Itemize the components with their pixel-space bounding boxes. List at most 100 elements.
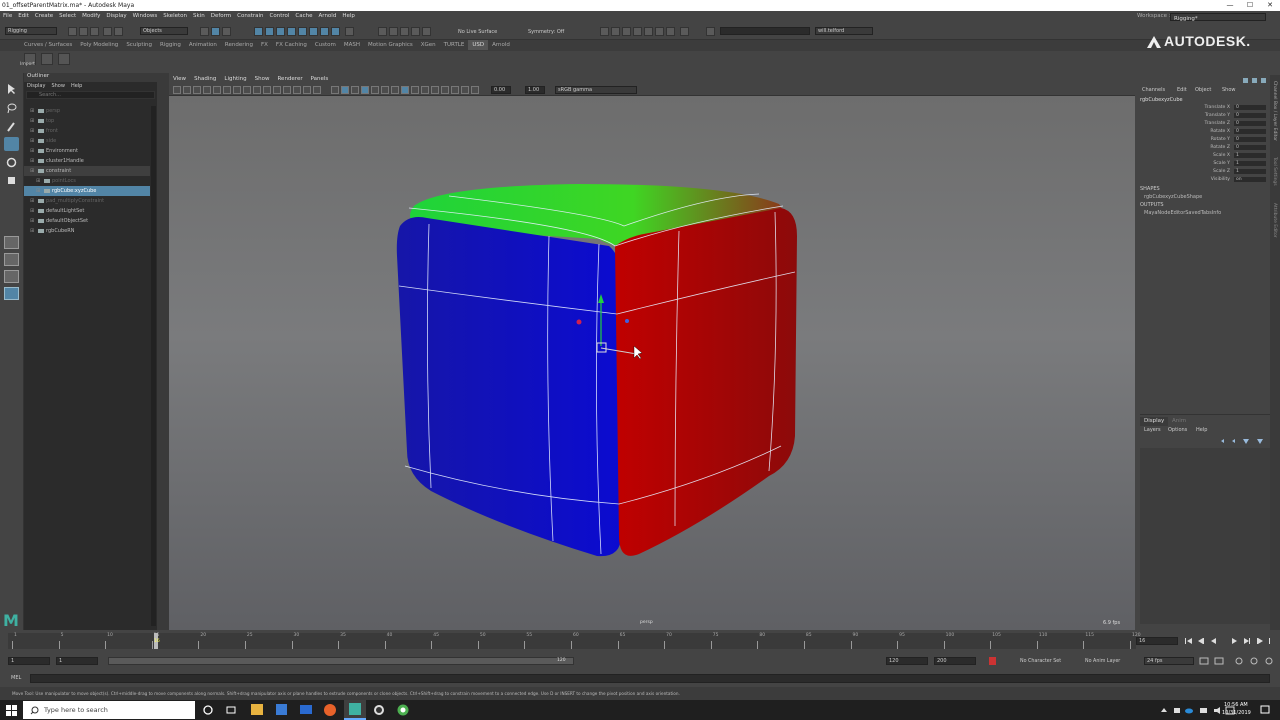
outliner-item[interactable]: ⊞ defaultLightSet bbox=[24, 206, 150, 216]
current-frame-field[interactable]: 16 bbox=[1136, 637, 1178, 645]
menu-control[interactable]: Control bbox=[267, 11, 293, 21]
select-joint-mask-icon[interactable] bbox=[265, 27, 274, 36]
select-surface-mask-icon[interactable] bbox=[287, 27, 296, 36]
expand-icon[interactable]: ⊞ bbox=[30, 206, 34, 216]
channel-value[interactable]: 1 bbox=[1234, 153, 1266, 158]
scene-start-field[interactable]: 1 bbox=[8, 657, 50, 665]
cb-menu-channels[interactable]: Channels bbox=[1142, 87, 1165, 93]
expand-icon[interactable]: ⊞ bbox=[30, 106, 34, 116]
save-scene-icon[interactable] bbox=[90, 27, 99, 36]
outliner-search-input[interactable]: Search... bbox=[26, 91, 155, 99]
vp-menu-renderer[interactable]: Renderer bbox=[273, 75, 306, 83]
file-explorer-icon[interactable] bbox=[251, 704, 263, 715]
scene-end-field[interactable]: 200 bbox=[934, 657, 976, 665]
side-by-side-view-icon[interactable] bbox=[4, 270, 19, 283]
outliner-item[interactable]: ⊞ front bbox=[24, 126, 150, 136]
cb-menu-object[interactable]: Object bbox=[1195, 87, 1211, 93]
select-handle-mask-icon[interactable] bbox=[254, 27, 263, 36]
channel-row[interactable]: Rotate Z 0 bbox=[1138, 145, 1268, 153]
mail-icon[interactable] bbox=[300, 705, 312, 714]
viewport-tool-button[interactable] bbox=[283, 86, 291, 94]
shelf-tab-rigging[interactable]: Rigging bbox=[156, 40, 185, 50]
shelf-tab-animation[interactable]: Animation bbox=[185, 40, 221, 50]
menu-skeleton[interactable]: Skeleton bbox=[160, 11, 190, 21]
channel-row[interactable]: Translate Z 0 bbox=[1138, 121, 1268, 129]
viewport-tool-button[interactable] bbox=[303, 86, 311, 94]
snap-curve-icon[interactable] bbox=[389, 27, 398, 36]
live-surface-label[interactable]: No Live Surface bbox=[458, 29, 497, 35]
viewport-tool-button[interactable] bbox=[381, 86, 389, 94]
single-view-icon[interactable] bbox=[4, 236, 19, 249]
menu-edit[interactable]: Edit bbox=[15, 11, 32, 21]
command-input[interactable] bbox=[30, 674, 1270, 683]
menu-constrain[interactable]: Constrain bbox=[234, 11, 266, 21]
colorspace-select[interactable]: sRGB gamma bbox=[555, 86, 637, 94]
outliner-item[interactable]: ⊞ persp bbox=[24, 106, 150, 116]
shelf-tab-motion-graphics[interactable]: Motion Graphics bbox=[364, 40, 417, 50]
object-mode-icon[interactable] bbox=[211, 27, 220, 36]
snap-grid-icon[interactable] bbox=[378, 27, 387, 36]
redo-icon[interactable] bbox=[114, 27, 123, 36]
outliner-item[interactable]: ⊞ side bbox=[24, 136, 150, 146]
viewport-tool-button[interactable] bbox=[471, 86, 479, 94]
shelf-tab-mash[interactable]: MASH bbox=[340, 40, 364, 50]
shape-node[interactable]: rgbCubexyzCubeShape bbox=[1144, 194, 1202, 200]
viewport-tool-button[interactable] bbox=[223, 86, 231, 94]
menu-deform[interactable]: Deform bbox=[208, 11, 234, 21]
undo-icon[interactable] bbox=[103, 27, 112, 36]
four-view-icon[interactable] bbox=[4, 253, 19, 266]
outliner-item[interactable]: ⊞ cluster1Handle bbox=[24, 156, 150, 166]
channel-value[interactable]: 1 bbox=[1234, 161, 1266, 166]
viewport-tool-button[interactable] bbox=[371, 86, 379, 94]
arnold-render-icon[interactable] bbox=[655, 27, 664, 36]
vp-menu-panels[interactable]: Panels bbox=[307, 75, 333, 83]
layer-menu-options[interactable]: Options bbox=[1168, 427, 1187, 433]
render-settings-icon[interactable] bbox=[633, 27, 642, 36]
arnold-ipr-icon[interactable] bbox=[666, 27, 675, 36]
viewport-tool-button[interactable] bbox=[421, 86, 429, 94]
cb-menu-show[interactable]: Show bbox=[1222, 87, 1236, 93]
firefox-icon[interactable] bbox=[324, 704, 336, 716]
panel-splitter[interactable] bbox=[157, 73, 169, 630]
expand-icon[interactable]: ⊞ bbox=[30, 156, 34, 166]
expand-icon[interactable]: ⊞ bbox=[36, 186, 40, 196]
auto-key-icon[interactable] bbox=[988, 656, 997, 666]
select-deform-mask-icon[interactable] bbox=[298, 27, 307, 36]
open-scene-icon[interactable] bbox=[79, 27, 88, 36]
select-dynamic-mask-icon[interactable] bbox=[309, 27, 318, 36]
channel-value[interactable]: 0 bbox=[1234, 105, 1266, 110]
fps-select[interactable]: 24 fps bbox=[1144, 657, 1194, 665]
script-language-label[interactable]: MEL bbox=[11, 675, 21, 681]
channel-row[interactable]: Scale X 1 bbox=[1138, 153, 1268, 161]
layer-tab-display[interactable]: Display bbox=[1140, 417, 1168, 426]
pause-icon[interactable] bbox=[680, 27, 689, 36]
shelf-tab-curves[interactable]: Curves / Surfaces bbox=[20, 40, 76, 50]
layer-tab-anim[interactable]: Anim bbox=[1172, 418, 1186, 424]
time-slider[interactable]: 1510152025303540455055606570758085909510… bbox=[0, 630, 1280, 652]
outliner-scrollbar[interactable] bbox=[151, 106, 156, 626]
character-set-select[interactable]: No Character Set bbox=[1020, 659, 1061, 664]
menuset-select[interactable]: Rigging bbox=[5, 27, 57, 35]
viewport-tool-button[interactable] bbox=[203, 86, 211, 94]
task-view-icon[interactable] bbox=[226, 705, 236, 715]
taskbar-search-box[interactable]: Type here to search bbox=[23, 701, 195, 719]
outliner-menu-show[interactable]: Show bbox=[48, 82, 68, 90]
user-account[interactable]: will.telford bbox=[815, 27, 873, 35]
channel-row[interactable]: Translate Y 0 bbox=[1138, 113, 1268, 121]
menu-cache[interactable]: Cache bbox=[292, 11, 315, 21]
outliner-menu-help[interactable]: Help bbox=[68, 82, 85, 90]
shelf-tab-rendering[interactable]: Rendering bbox=[221, 40, 257, 50]
menu-windows[interactable]: Windows bbox=[130, 11, 161, 21]
channel-value[interactable]: 0 bbox=[1234, 145, 1266, 150]
minimize-button[interactable]: — bbox=[1220, 0, 1240, 11]
channel-row[interactable]: Rotate Y 0 bbox=[1138, 137, 1268, 145]
viewport-tool-button[interactable] bbox=[361, 86, 369, 94]
channel-value[interactable]: 0 bbox=[1234, 129, 1266, 134]
quick-search-input[interactable] bbox=[720, 27, 810, 35]
viewport-tool-button[interactable] bbox=[183, 86, 191, 94]
workspace-select[interactable]: Rigging* bbox=[1170, 13, 1266, 22]
sidebar-toggle-icon[interactable] bbox=[706, 27, 715, 36]
viewport-tool-button[interactable] bbox=[293, 86, 301, 94]
channel-value[interactable]: 0 bbox=[1234, 121, 1266, 126]
scale-tool-icon[interactable] bbox=[6, 175, 17, 186]
